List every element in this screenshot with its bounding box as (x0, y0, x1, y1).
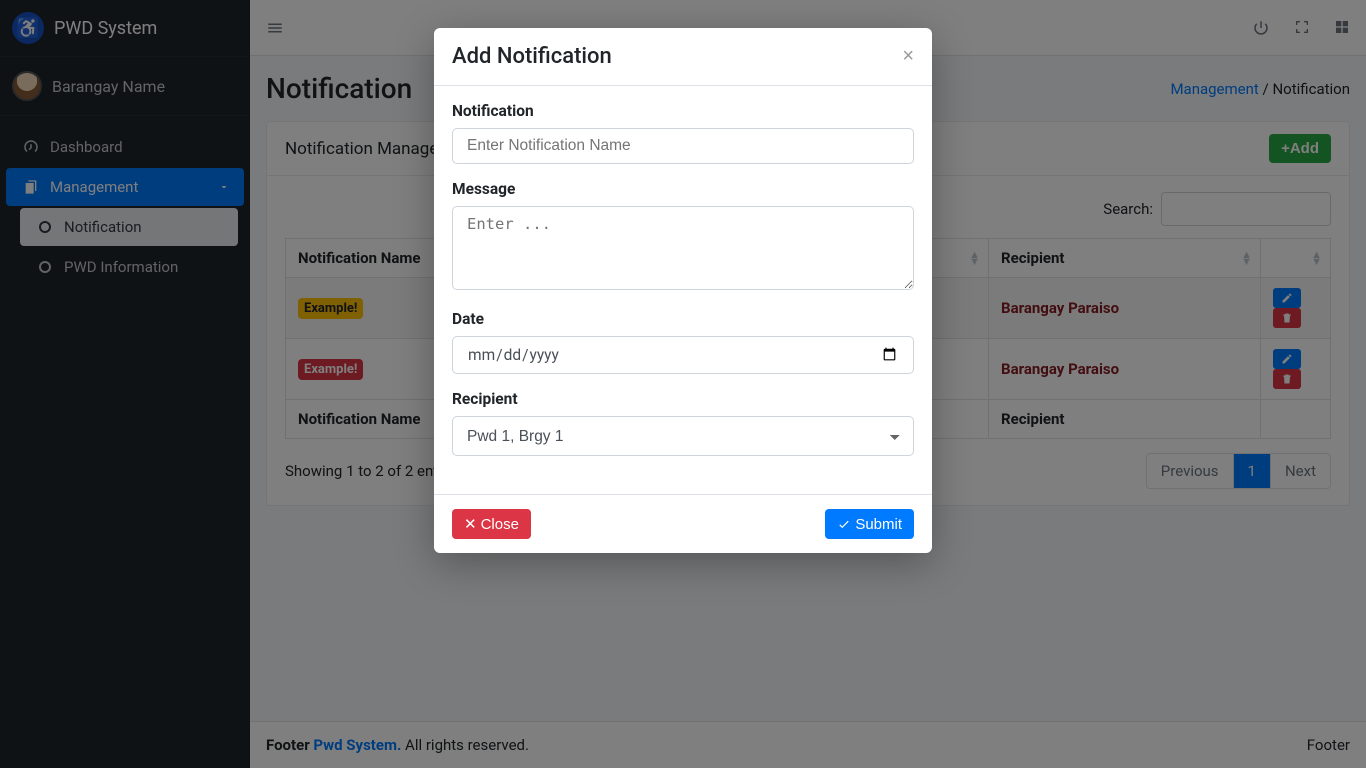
submit-button[interactable]: Submit (825, 509, 914, 539)
date-input[interactable] (452, 336, 914, 374)
check-icon (837, 517, 851, 531)
label-date: Date (452, 310, 914, 328)
label-message: Message (452, 180, 914, 198)
message-textarea[interactable] (452, 206, 914, 290)
times-icon: ✕ (464, 515, 477, 533)
close-button[interactable]: ✕ Close (452, 509, 531, 539)
recipient-select[interactable]: Pwd 1, Brgy 1 (452, 416, 914, 456)
label-notification: Notification (452, 102, 914, 120)
modal-header: Add Notification × (434, 28, 932, 86)
add-notification-modal: Add Notification × Notification Message … (434, 28, 932, 553)
modal-title: Add Notification (452, 44, 612, 69)
label-recipient: Recipient (452, 390, 914, 408)
close-icon[interactable]: × (902, 45, 914, 68)
modal-footer: ✕ Close Submit (434, 494, 932, 553)
notification-name-input[interactable] (452, 128, 914, 164)
modal-body: Notification Message Date Recipient Pwd … (434, 86, 932, 476)
